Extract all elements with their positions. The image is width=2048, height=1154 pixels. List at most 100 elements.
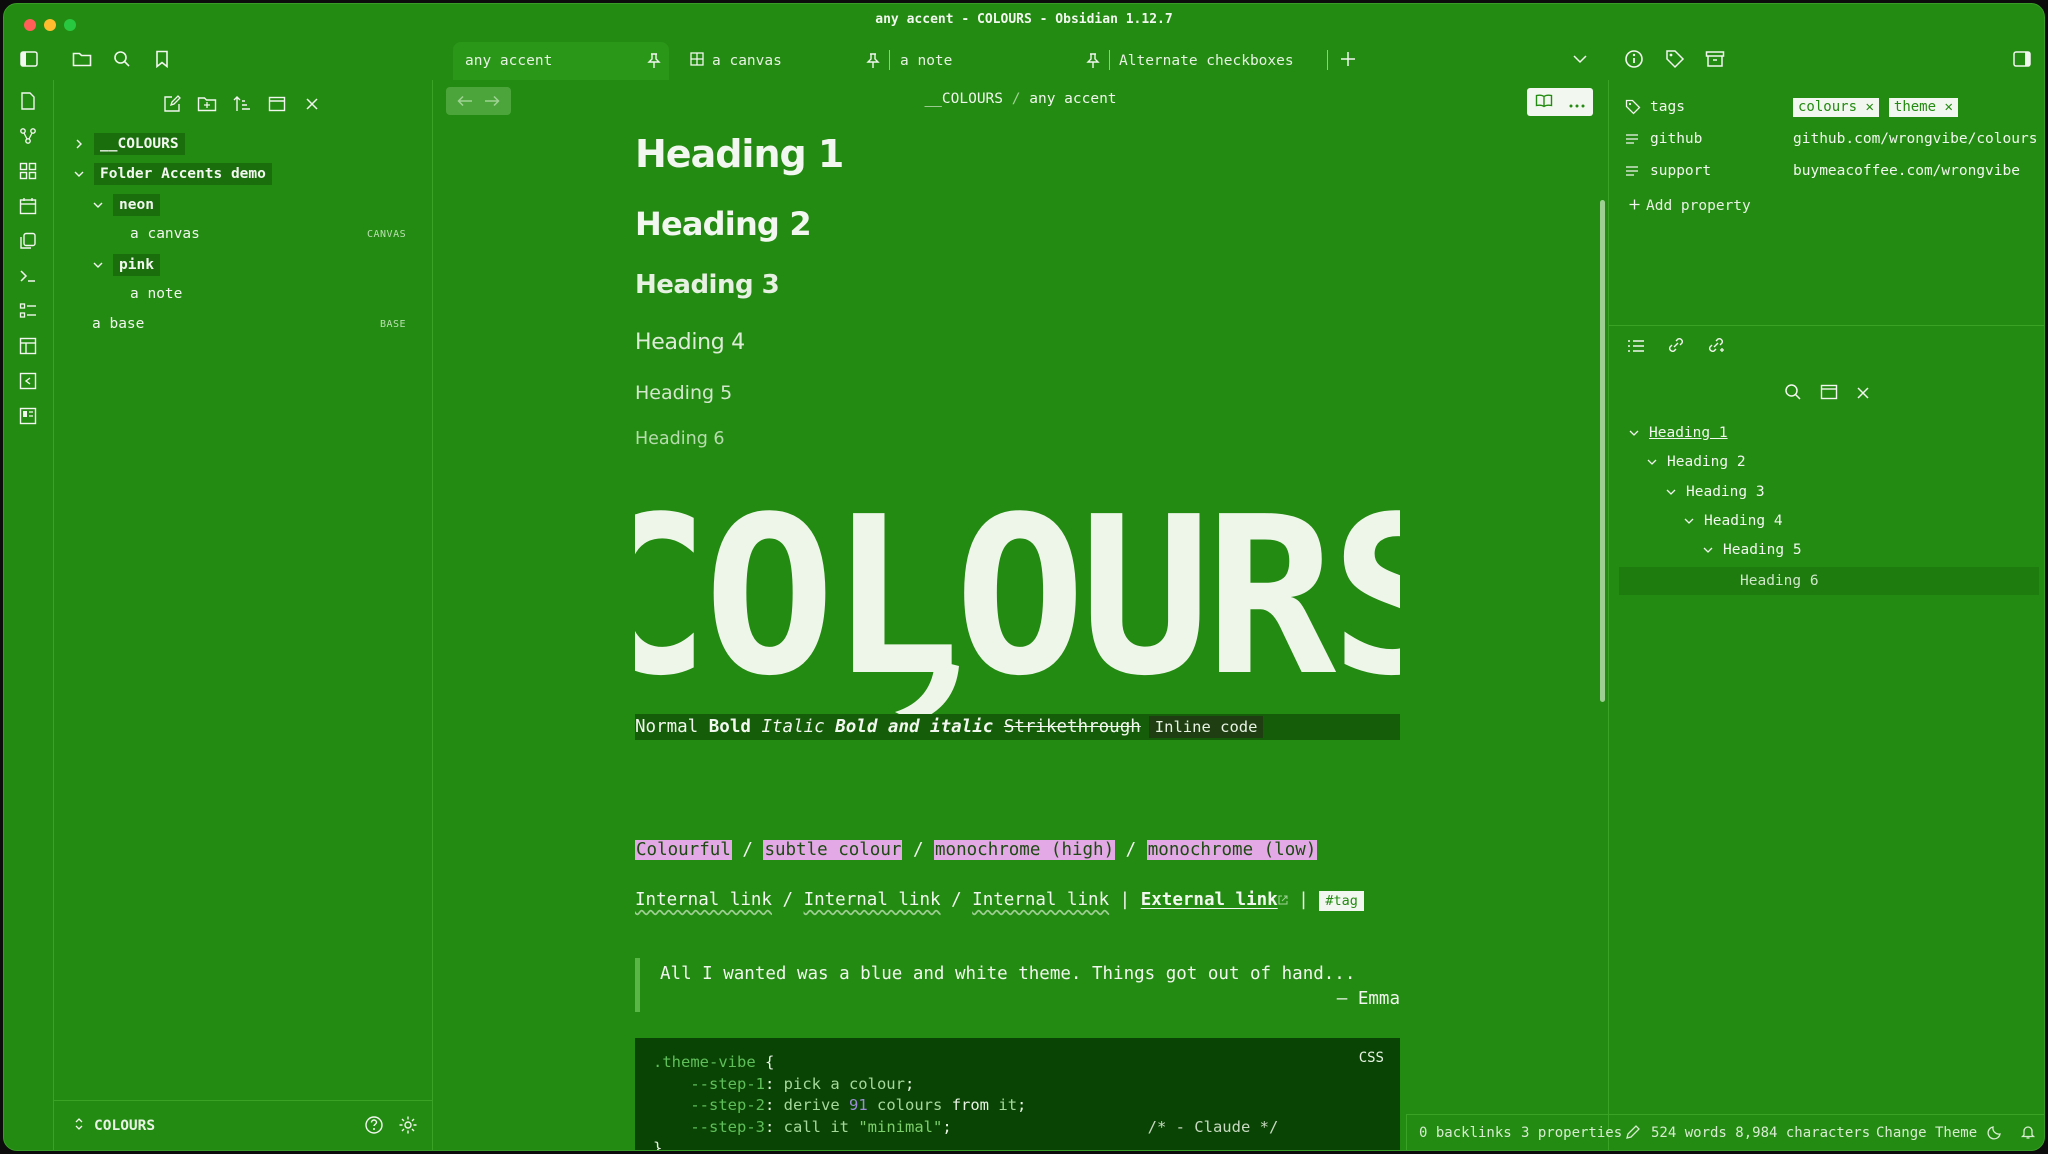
status-backlinks[interactable]: 0 backlinks	[1419, 1125, 1512, 1141]
close-icon[interactable]	[1856, 385, 1870, 404]
bookmark-icon[interactable]	[149, 46, 175, 72]
code-property: --step-2	[690, 1096, 765, 1114]
board-icon[interactable]	[17, 405, 39, 427]
property-value: colours ✕ theme ✕	[1793, 98, 1968, 117]
notification-bell-icon[interactable]	[2020, 1124, 2036, 1144]
copy-files-icon[interactable]	[17, 230, 39, 252]
toggle-left-sidebar-icon[interactable]	[16, 46, 42, 72]
tree-file-base[interactable]: a base	[92, 312, 144, 336]
edit-pencil-icon[interactable]	[1625, 1124, 1641, 1144]
remove-tag-x-icon[interactable]: ✕	[1865, 99, 1873, 115]
tree-file-label: a base	[92, 316, 145, 332]
property-row-tags[interactable]: tags colours ✕ theme ✕	[1625, 94, 2035, 122]
tags-icon[interactable]	[1662, 46, 1688, 72]
tree-file-note[interactable]: a note	[130, 282, 182, 306]
outline-list-icon[interactable]	[1627, 338, 1645, 357]
internal-link[interactable]: Internal link	[804, 890, 941, 910]
external-link[interactable]: External link	[1141, 890, 1278, 910]
import-icon[interactable]	[17, 370, 39, 392]
collapse-all-button[interactable]	[265, 92, 289, 116]
search-icon[interactable]	[109, 46, 135, 72]
pin-icon[interactable]	[866, 53, 880, 73]
settings-gear-icon[interactable]	[398, 1115, 418, 1139]
tab-a-note[interactable]: a note	[888, 42, 1108, 80]
tag-pill[interactable]: colours ✕	[1793, 98, 1879, 117]
status-properties[interactable]: 3 properties	[1521, 1125, 1622, 1141]
tab-any-accent[interactable]: any accent	[453, 42, 669, 80]
toggle-right-sidebar-icon[interactable]	[2009, 46, 2035, 72]
pin-icon[interactable]	[1086, 53, 1100, 73]
heading-5: Heading 5	[635, 382, 733, 404]
graph-view-icon[interactable]	[17, 125, 39, 147]
property-value[interactable]: buymeacoffee.com/wrongvibe	[1793, 163, 2020, 179]
tree-folder-pink[interactable]: pink	[91, 253, 160, 277]
highlight-mono-low: monochrome (low)	[1146, 840, 1318, 860]
canvas-grid-icon[interactable]	[17, 160, 39, 182]
outline-item-h4[interactable]: Heading 4	[1682, 510, 1783, 532]
tab-separator	[1327, 50, 1328, 70]
backlinks-icon[interactable]	[1667, 336, 1685, 358]
breadcrumb-folder[interactable]: __COLOURS	[924, 91, 1003, 107]
outline-active-highlight	[1619, 567, 2039, 595]
status-word-count[interactable]: 524 words 8,984 characters	[1651, 1125, 1870, 1141]
calendar-icon[interactable]	[17, 195, 39, 217]
more-options-ellipsis-icon[interactable]	[1569, 93, 1585, 112]
status-change-theme[interactable]: Change Theme	[1876, 1125, 1977, 1141]
chevron-down-icon	[1645, 455, 1659, 469]
file-type-badge: BASE	[380, 319, 407, 330]
chevron-right-icon	[72, 137, 86, 151]
outline-item-h3[interactable]: Heading 3	[1664, 481, 1765, 503]
status-bar: 0 backlinks 3 properties 524 words 8,984…	[1406, 1114, 2044, 1150]
new-note-icon[interactable]	[17, 90, 39, 112]
add-property-button[interactable]: Add property	[1629, 198, 1751, 214]
internal-link[interactable]: Internal link	[635, 890, 772, 910]
tag-pill[interactable]: #tag	[1319, 891, 1364, 911]
archive-icon[interactable]	[1702, 46, 1728, 72]
tab-bar: any accent a canvas a note Alternate che…	[4, 38, 2044, 80]
moon-icon[interactable]	[1987, 1124, 2003, 1144]
terminal-icon[interactable]	[17, 265, 39, 287]
new-tab-plus-icon[interactable]	[1335, 46, 1361, 72]
file-type-badge: CANVAS	[367, 229, 407, 240]
checklist-icon[interactable]	[17, 300, 39, 322]
new-folder-button[interactable]	[195, 92, 219, 116]
files-folder-icon[interactable]	[69, 46, 95, 72]
tab-list-chevron-down-icon[interactable]	[1567, 46, 1593, 72]
tree-folder-label: pink	[113, 254, 160, 276]
property-value[interactable]: github.com/wrongvibe/colours	[1793, 131, 2037, 147]
heading-1: Heading 1	[635, 132, 844, 176]
outline-item-h1[interactable]: Heading 1	[1627, 422, 1728, 444]
tab-alternate-checkboxes[interactable]: Alternate checkboxes	[1107, 42, 1327, 80]
outline-item-h5[interactable]: Heading 5	[1701, 539, 1802, 561]
close-icon[interactable]	[300, 92, 324, 116]
tag-pill[interactable]: theme ✕	[1888, 98, 1958, 117]
tab-a-canvas[interactable]: a canvas	[678, 42, 888, 80]
internal-link[interactable]: Internal link	[972, 890, 1109, 910]
help-icon[interactable]	[364, 1115, 384, 1139]
outgoing-links-icon[interactable]	[1707, 336, 1725, 358]
editor-scrollbar[interactable]	[1600, 200, 1605, 702]
remove-tag-x-icon[interactable]: ✕	[1944, 99, 1952, 115]
tree-folder-neon[interactable]: neon	[91, 193, 160, 217]
tab-label: a canvas	[712, 53, 782, 69]
new-note-button[interactable]	[160, 92, 184, 116]
tree-folder-root[interactable]: __COLOURS	[72, 132, 185, 156]
code-line: --step-3: call it "minimal"; /* - Claude…	[690, 1117, 1279, 1136]
vault-switcher[interactable]: COLOURS	[74, 1116, 155, 1135]
property-row-github[interactable]: github github.com/wrongvibe/colours	[1625, 126, 2037, 154]
sort-button[interactable]	[230, 92, 254, 116]
info-icon[interactable]	[1621, 46, 1647, 72]
chevron-down-icon	[1701, 543, 1715, 557]
property-row-support[interactable]: support buymeacoffee.com/wrongvibe	[1625, 158, 2035, 186]
breadcrumb-file[interactable]: any accent	[1029, 91, 1116, 107]
pin-icon[interactable]	[647, 53, 661, 73]
outline-item-h2[interactable]: Heading 2	[1645, 451, 1746, 473]
outline-item-h6[interactable]: Heading 6	[1740, 570, 1819, 592]
tree-file-canvas[interactable]: a canvas	[130, 222, 200, 246]
outline-search-icon[interactable]	[1784, 383, 1802, 405]
reading-view-book-icon[interactable]	[1535, 93, 1553, 112]
tree-folder-demo[interactable]: Folder Accents demo	[72, 162, 272, 186]
inline-code: Inline code	[1148, 716, 1264, 738]
outline-collapse-icon[interactable]	[1820, 384, 1838, 404]
layout-icon[interactable]	[17, 335, 39, 357]
